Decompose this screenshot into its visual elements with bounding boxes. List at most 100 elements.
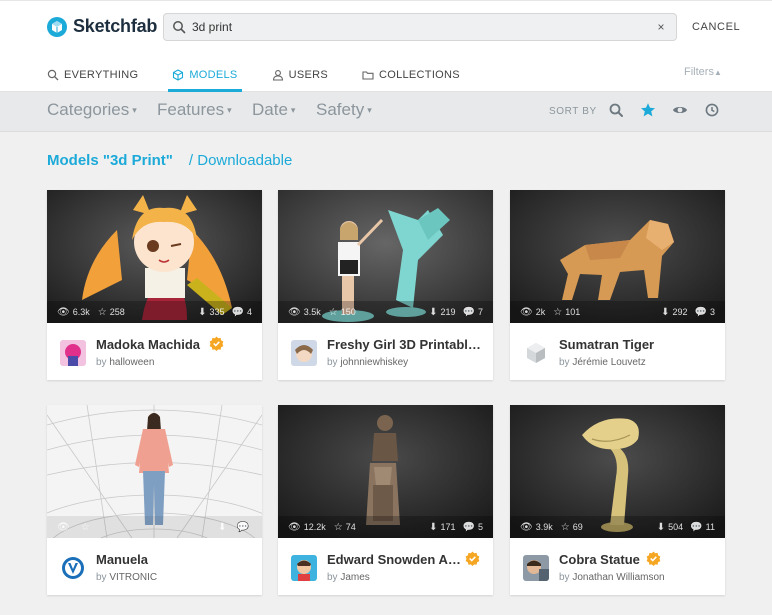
model-title[interactable]: Cobra Statue [559, 552, 719, 567]
star-icon: ☆ [553, 306, 563, 318]
avatar-image [291, 555, 317, 581]
tab-users[interactable]: USERS [272, 59, 328, 91]
search-input[interactable] [192, 20, 654, 34]
likes-stat: ☆ 101 [553, 306, 581, 318]
model-thumbnail[interactable]: 👁 6.3k ☆ 258 ⬇ 335 💬 4 [47, 190, 262, 323]
comment-icon: 💬 [690, 521, 703, 533]
model-thumbnail[interactable]: 👁 3.5k ☆ 150 ⬇ 219 💬 7 [278, 190, 493, 323]
avatar[interactable] [523, 340, 549, 366]
features-dropdown[interactable]: Features ▾ [157, 100, 232, 120]
cube-icon [173, 69, 184, 81]
downloads-stat: ⬇ 504 [656, 521, 684, 533]
model-card[interactable]: 👁 12.2k ☆ 74 ⬇ 171 💬 5 Edward Snowden A… by … [278, 405, 493, 595]
comment-icon: 💬 [231, 306, 244, 318]
author-link[interactable]: VITRONIC [109, 572, 157, 583]
model-stats: 👁 2k ☆ 101 ⬇ 292 💬 3 [510, 301, 725, 323]
model-card[interactable]: 👁 2k ☆ 101 ⬇ 292 💬 3 Sumatran Tiger by Jérém… [510, 190, 725, 380]
author-link[interactable]: Jonathan Williamson [572, 572, 664, 583]
avatar[interactable] [291, 340, 317, 366]
sort-recent-clock-icon[interactable] [704, 102, 720, 118]
avatar[interactable] [60, 555, 86, 581]
default-cube-avatar-icon [523, 340, 549, 366]
star-icon: ☆ [333, 521, 343, 533]
model-thumbnail[interactable]: 👁 ☆ ⬇ 💬 [47, 405, 262, 538]
star-icon: ☆ [560, 521, 570, 533]
tab-everything[interactable]: EVERYTHING [47, 59, 138, 91]
model-thumbnail[interactable]: 👁 2k ☆ 101 ⬇ 292 💬 3 [510, 190, 725, 323]
model-card[interactable]: 👁 3.9k ☆ 69 ⬇ 504 💬 11 Cobra Statue by Jonat… [510, 405, 725, 595]
download-icon: ⬇ [429, 306, 438, 318]
eye-icon: 👁 [520, 521, 533, 533]
comments-stat: 💬 3 [694, 306, 715, 318]
filters-toggle[interactable]: Filters▲ [684, 66, 722, 78]
dropdown-label: Features [157, 100, 225, 119]
search-icon [173, 21, 186, 34]
model-title[interactable]: Madoka Machida [96, 337, 256, 352]
avatar[interactable] [291, 555, 317, 581]
avatar[interactable] [60, 340, 86, 366]
avatar[interactable] [523, 555, 549, 581]
downloads-stat: ⬇ 171 [429, 521, 456, 533]
model-card[interactable]: 👁 3.5k ☆ 150 ⬇ 219 💬 7 Freshy Girl 3D Printa… [278, 190, 493, 380]
safety-dropdown[interactable]: Safety ▾ [316, 100, 372, 120]
eye-icon: 👁 [288, 306, 301, 318]
search-tabs: EVERYTHING MODELS USERS COLLECTIONS [47, 59, 494, 93]
chevron-down-icon: ▾ [367, 105, 372, 116]
folder-icon [362, 71, 374, 80]
model-info: Manuela by VITRONIC [47, 538, 262, 595]
comment-icon: 💬 [236, 521, 249, 533]
model-title[interactable]: Sumatran Tiger [559, 337, 719, 352]
model-author: by James [327, 572, 370, 583]
download-icon: ⬇ [661, 306, 670, 318]
categories-dropdown[interactable]: Categories ▾ [47, 100, 137, 120]
model-thumbnail[interactable]: 👁 12.2k ☆ 74 ⬇ 171 💬 5 [278, 405, 493, 538]
model-title[interactable]: Freshy Girl 3D Printabl… [327, 337, 487, 352]
author-link[interactable]: halloween [109, 357, 154, 368]
model-card[interactable]: 👁 6.3k ☆ 258 ⬇ 335 💬 4 Madoka Machida by hal… [47, 190, 262, 380]
model-stats: 👁 3.9k ☆ 69 ⬇ 504 💬 11 [510, 516, 725, 538]
user-icon [272, 70, 283, 81]
comments-stat: 💬 5 [462, 521, 483, 533]
eye-icon: 👁 [288, 521, 301, 533]
likes-stat: ☆ [81, 522, 93, 533]
logo-text: Sketchfab [73, 16, 158, 36]
author-link[interactable]: Jérémie Louvetz [572, 357, 645, 368]
sort-views-eye-icon[interactable] [672, 102, 688, 118]
download-icon: ⬇ [429, 521, 438, 533]
model-thumbnail[interactable]: 👁 3.9k ☆ 69 ⬇ 504 💬 11 [510, 405, 725, 538]
download-icon: ⬇ [198, 306, 207, 318]
model-title[interactable]: Edward Snowden A… [327, 552, 487, 567]
tab-label: MODELS [189, 69, 238, 81]
downloadable-filter-link[interactable]: / Downloadable [189, 152, 292, 169]
filters-label: Filters [684, 66, 714, 78]
model-author: by Jérémie Louvetz [559, 357, 646, 368]
comments-stat: 💬 11 [690, 521, 715, 533]
tab-models[interactable]: MODELS [168, 59, 242, 92]
pro-badge-icon [646, 551, 661, 566]
sort-relevance-search-icon[interactable] [608, 102, 624, 118]
clear-search-icon[interactable]: × [654, 20, 668, 34]
downloads-stat: ⬇ 219 [429, 306, 456, 318]
sketchfab-logo[interactable]: Sketchfab [47, 16, 157, 37]
likes-stat: ☆ 258 [97, 306, 125, 318]
views-stat: 👁 12.2k [288, 521, 326, 533]
top-header: Sketchfab × CANCEL EVERYTHING MODELS USE… [0, 0, 772, 92]
model-card[interactable]: 👁 ☆ ⬇ 💬 Manuela by VITRONIC [47, 405, 262, 595]
date-dropdown[interactable]: Date ▾ [252, 100, 295, 120]
model-info: Edward Snowden A… by James [278, 538, 493, 595]
author-link[interactable]: johnniewhiskey [340, 357, 408, 368]
search-box[interactable]: × [163, 13, 677, 41]
model-stats: 👁 3.5k ☆ 150 ⬇ 219 💬 7 [278, 301, 493, 323]
chevron-down-icon: ▾ [227, 105, 232, 116]
cancel-button[interactable]: CANCEL [692, 21, 740, 33]
author-link[interactable]: James [340, 572, 369, 583]
eye-icon: 👁 [57, 306, 70, 318]
sort-likes-star-icon[interactable] [640, 102, 656, 118]
comment-icon: 💬 [462, 306, 475, 318]
downloads-stat: ⬇ [218, 522, 229, 533]
views-stat: 👁 [57, 522, 73, 533]
model-stats: 👁 12.2k ☆ 74 ⬇ 171 💬 5 [278, 516, 493, 538]
tab-collections[interactable]: COLLECTIONS [362, 59, 460, 91]
model-title[interactable]: Manuela [96, 552, 256, 567]
pro-badge-icon [465, 551, 480, 566]
